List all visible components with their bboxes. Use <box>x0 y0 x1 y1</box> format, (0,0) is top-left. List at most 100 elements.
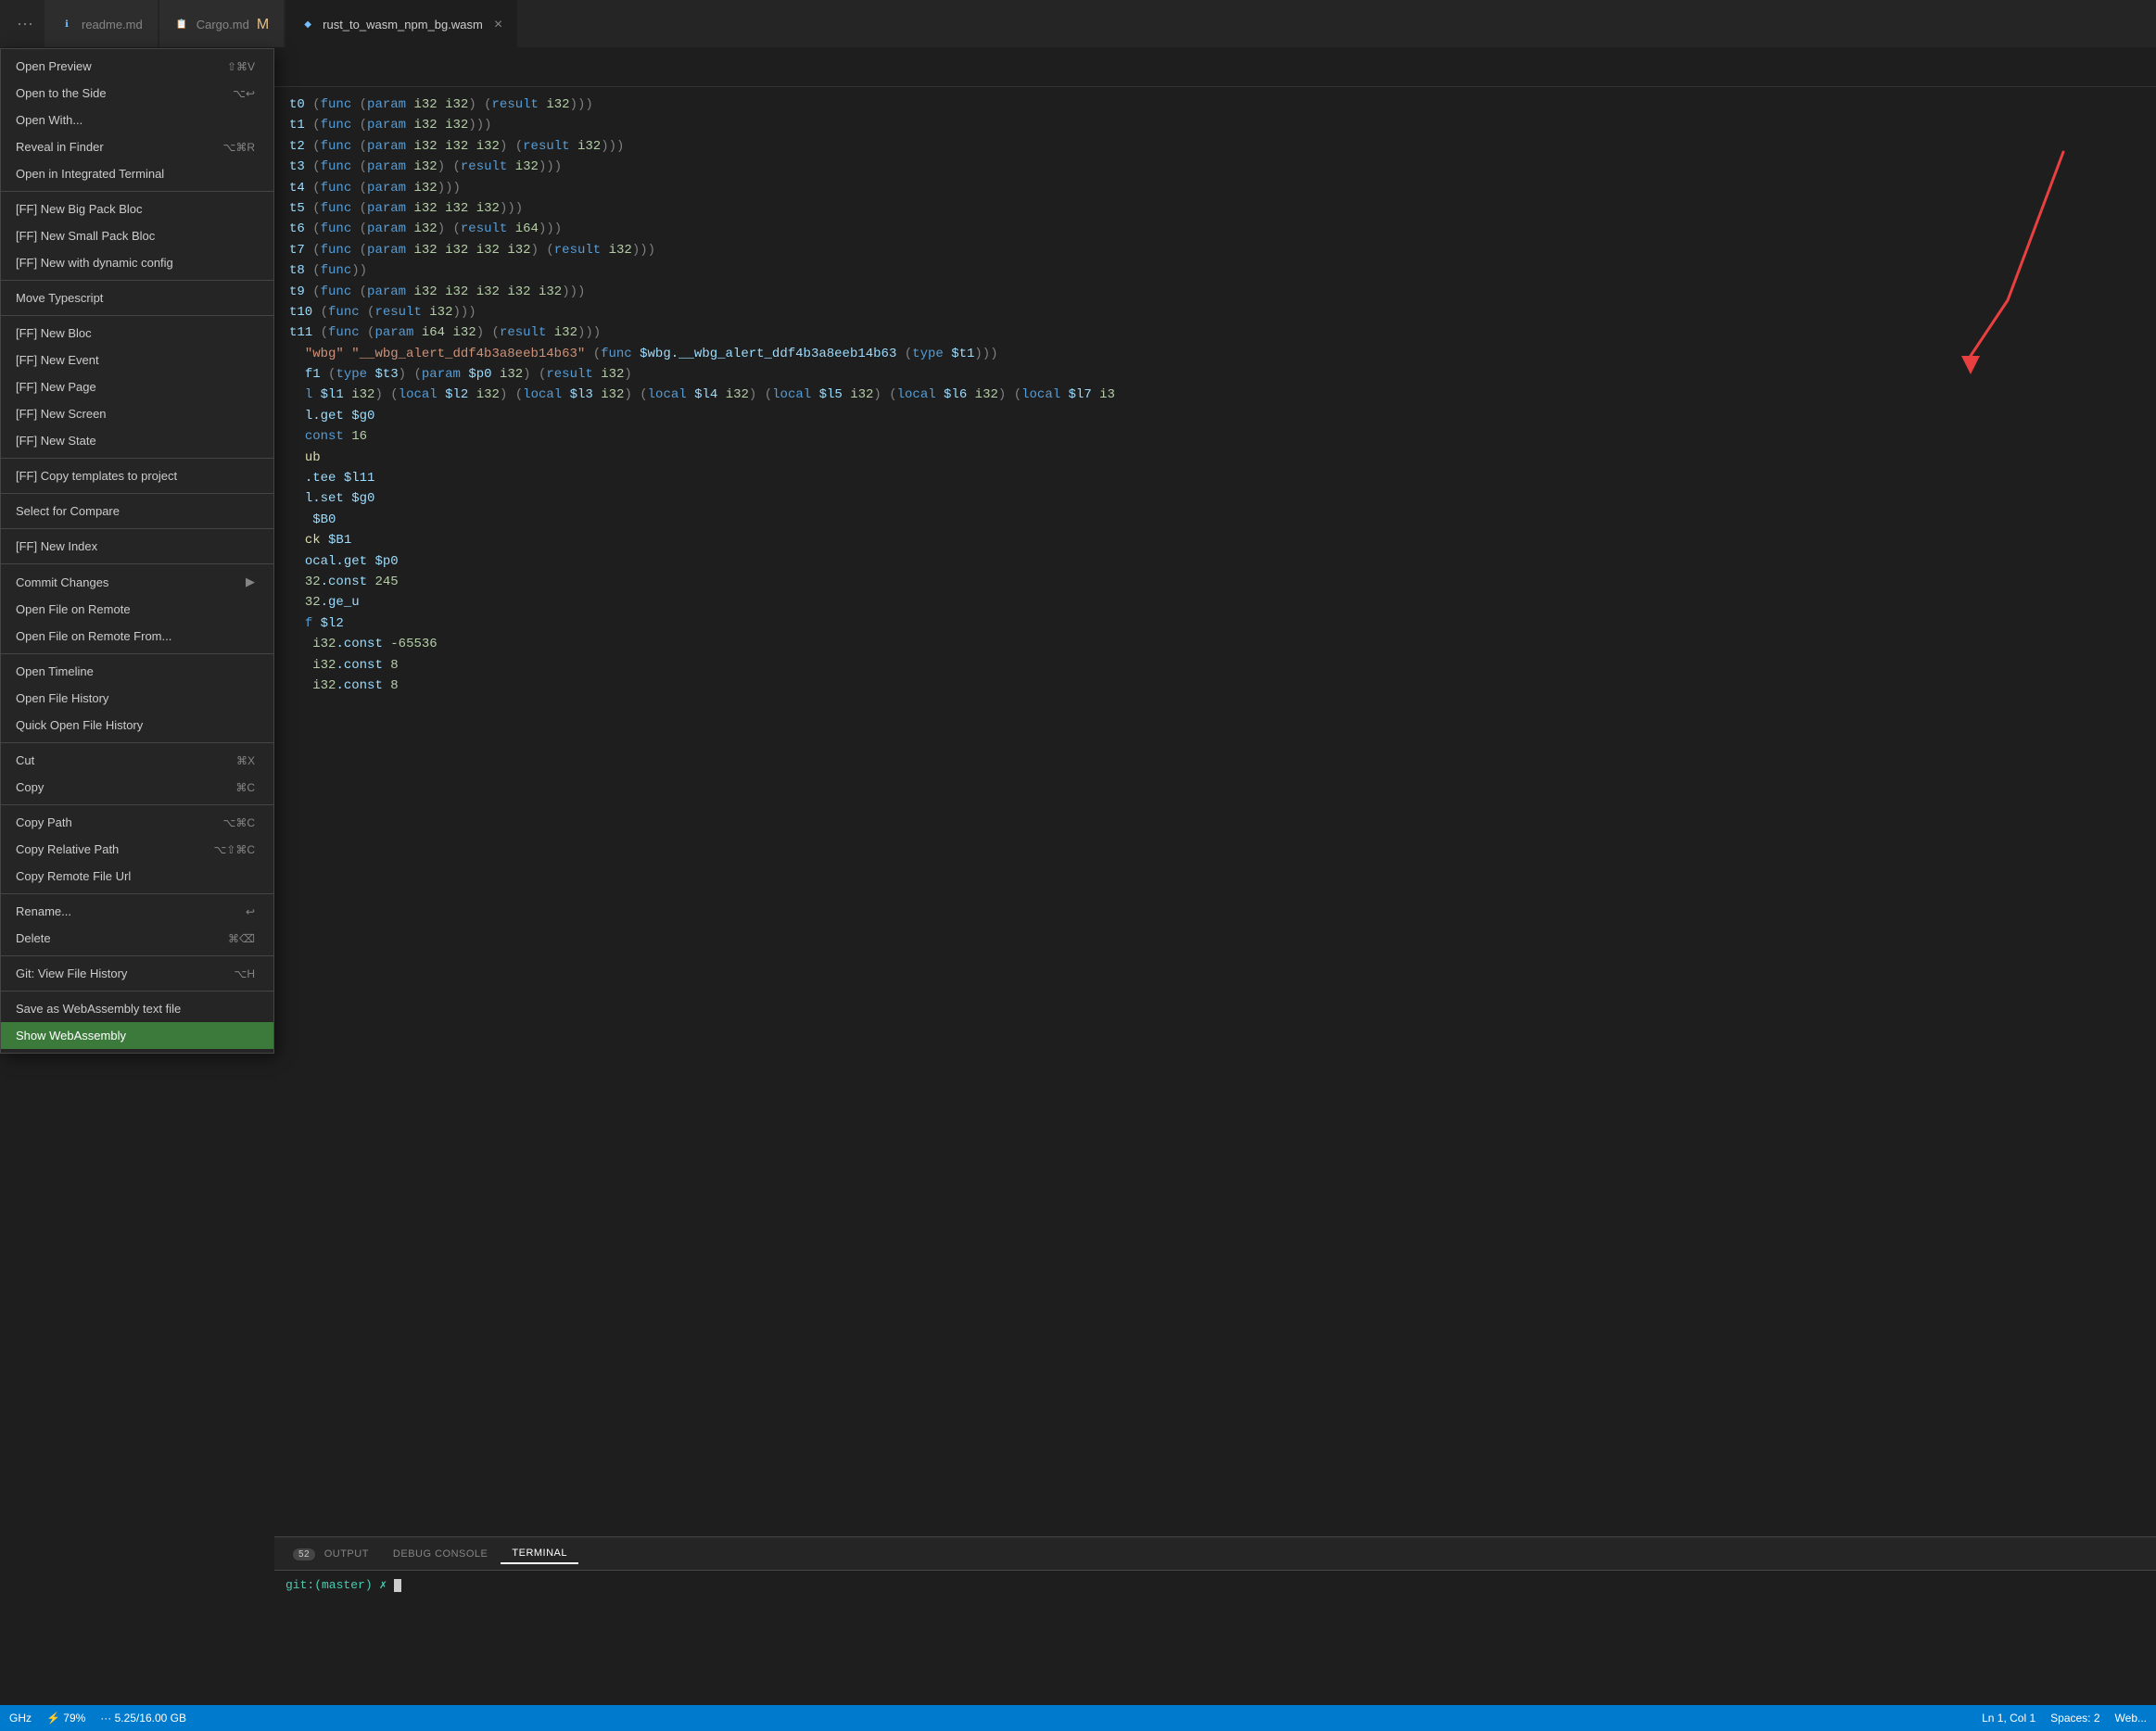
menu-git-view-history-label: Git: View File History <box>16 967 127 980</box>
menu-delete-shortcut: ⌘⌫ <box>228 932 255 945</box>
cargo-modified-indicator: M <box>257 17 269 33</box>
tab-readme[interactable]: ℹ readme.md <box>44 0 158 47</box>
menu-copy-path-label: Copy Path <box>16 815 72 829</box>
menu-copy-path-shortcut: ⌥⌘C <box>223 816 256 829</box>
menu-open-preview[interactable]: Open Preview ⇧⌘V <box>1 53 273 80</box>
code-line-11: t10 (func (result i32))) <box>289 302 2156 322</box>
menu-reveal-finder[interactable]: Reveal in Finder ⌥⌘R <box>1 133 273 160</box>
menu-open-file-history-label: Open File History <box>16 691 108 705</box>
tab-output[interactable]: 52 OUTPUT <box>282 1545 380 1563</box>
tab-debug-label: DEBUG CONSOLE <box>393 1548 488 1560</box>
menu-copy[interactable]: Copy ⌘C <box>1 774 273 801</box>
menu-reveal-finder-shortcut: ⌥⌘R <box>223 141 256 154</box>
menu-git-view-history[interactable]: Git: View File History ⌥H <box>1 960 273 987</box>
menu-copy-remote-url-label: Copy Remote File Url <box>16 869 131 883</box>
menu-ff-small-pack[interactable]: [FF] New Small Pack Bloc <box>1 222 273 249</box>
menu-commit-changes-label: Commit Changes <box>16 575 108 589</box>
menu-copy-path[interactable]: Copy Path ⌥⌘C <box>1 809 273 836</box>
terminal-content: git:(master) ✗ <box>274 1571 2156 1599</box>
menu-ff-copy-templates[interactable]: [FF] Copy templates to project <box>1 462 273 489</box>
menu-cut[interactable]: Cut ⌘X <box>1 747 273 774</box>
menu-save-wasm-text-label: Save as WebAssembly text file <box>16 1002 181 1016</box>
terminal-prompt: git:(master) ✗ <box>285 1578 394 1592</box>
menu-move-ts-label: Move Typescript <box>16 291 103 305</box>
code-line-18: ub <box>289 448 2156 468</box>
terminal-tab-bar: 52 OUTPUT DEBUG CONSOLE TERMINAL <box>274 1537 2156 1571</box>
menu-rename[interactable]: Rename... ↩ <box>1 898 273 925</box>
tab-cargo[interactable]: 📋 Cargo.md M <box>159 0 284 47</box>
code-line-20: l.set $g0 <box>289 488 2156 509</box>
code-line-16: l.get $g0 <box>289 406 2156 426</box>
menu-select-compare[interactable]: Select for Compare <box>1 498 273 524</box>
code-line-8: t7 (func (param i32 i32 i32 i32) (result… <box>289 240 2156 260</box>
menu-ff-event-label: [FF] New Event <box>16 353 99 367</box>
tab-debug-console[interactable]: DEBUG CONSOLE <box>382 1545 499 1563</box>
separator-5 <box>1 493 273 494</box>
tab-more-button[interactable]: ··· <box>7 8 43 39</box>
menu-ff-page[interactable]: [FF] New Page <box>1 373 273 400</box>
menu-open-with[interactable]: Open With... <box>1 107 273 133</box>
menu-open-side[interactable]: Open to the Side ⌥↩ <box>1 80 273 107</box>
separator-8 <box>1 653 273 654</box>
menu-select-compare-label: Select for Compare <box>16 504 120 518</box>
separator-11 <box>1 893 273 894</box>
menu-ff-big-pack-label: [FF] New Big Pack Bloc <box>16 202 143 216</box>
menu-commit-changes[interactable]: Commit Changes ▶ <box>1 568 273 596</box>
status-battery: ⚡ 79% <box>46 1712 85 1725</box>
code-line-15: l $l1 i32) (local $l2 i32) (local $l3 i3… <box>289 385 2156 405</box>
menu-open-terminal-label: Open in Integrated Terminal <box>16 167 164 181</box>
separator-13 <box>1 991 273 992</box>
code-line-24: 32.const 245 <box>289 572 2156 592</box>
wasm-icon: ◆ <box>300 18 315 32</box>
code-line-29: i32.const 8 <box>289 676 2156 696</box>
menu-ff-new-index-label: [FF] New Index <box>16 539 97 553</box>
menu-delete-label: Delete <box>16 931 51 945</box>
menu-delete[interactable]: Delete ⌘⌫ <box>1 925 273 952</box>
tab-readme-label: readme.md <box>82 18 143 32</box>
menu-copy-remote-url[interactable]: Copy Remote File Url <box>1 863 273 890</box>
code-line-6: t5 (func (param i32 i32 i32))) <box>289 198 2156 219</box>
menu-open-timeline-label: Open Timeline <box>16 664 94 678</box>
menu-ff-page-label: [FF] New Page <box>16 380 96 394</box>
menu-ff-big-pack[interactable]: [FF] New Big Pack Bloc <box>1 196 273 222</box>
menu-open-side-shortcut: ⌥↩ <box>233 87 255 100</box>
menu-ff-screen-label: [FF] New Screen <box>16 407 107 421</box>
menu-ff-new-index[interactable]: [FF] New Index <box>1 533 273 560</box>
menu-rename-label: Rename... <box>16 904 71 918</box>
menu-ff-copy-templates-label: [FF] Copy templates to project <box>16 469 177 483</box>
menu-cut-label: Cut <box>16 753 34 767</box>
terminal-cursor <box>394 1579 401 1592</box>
code-line-26: f $l2 <box>289 613 2156 634</box>
menu-move-ts[interactable]: Move Typescript <box>1 284 273 311</box>
menu-show-webassembly[interactable]: Show WebAssembly <box>1 1022 273 1049</box>
code-line-5: t4 (func (param i32))) <box>289 178 2156 198</box>
tab-output-label: OUTPUT <box>324 1548 369 1560</box>
menu-open-terminal[interactable]: Open in Integrated Terminal <box>1 160 273 187</box>
menu-open-remote[interactable]: Open File on Remote <box>1 596 273 623</box>
menu-ff-event[interactable]: [FF] New Event <box>1 347 273 373</box>
code-line-19: .tee $l11 <box>289 468 2156 488</box>
separator-6 <box>1 528 273 529</box>
menu-ff-bloc[interactable]: [FF] New Bloc <box>1 320 273 347</box>
tab-wasm-close[interactable]: × <box>494 17 502 33</box>
menu-ff-dynamic[interactable]: [FF] New with dynamic config <box>1 249 273 276</box>
code-line-12: t11 (func (param i64 i32) (result i32))) <box>289 322 2156 343</box>
tab-wasm[interactable]: ◆ rust_to_wasm_npm_bg.wasm × <box>285 0 517 47</box>
menu-save-wasm-text[interactable]: Save as WebAssembly text file <box>1 995 273 1022</box>
menu-ff-state[interactable]: [FF] New State <box>1 427 273 454</box>
code-line-3: t2 (func (param i32 i32 i32) (result i32… <box>289 136 2156 157</box>
menu-copy-relative-path[interactable]: Copy Relative Path ⌥⇧⌘C <box>1 836 273 863</box>
code-line-9: t8 (func)) <box>289 260 2156 281</box>
menu-ff-state-label: [FF] New State <box>16 434 96 448</box>
status-memory: ··· 5.25/16.00 GB <box>100 1712 186 1725</box>
menu-quick-open-history[interactable]: Quick Open File History <box>1 712 273 739</box>
code-line-10: t9 (func (param i32 i32 i32 i32 i32))) <box>289 282 2156 302</box>
menu-open-file-history[interactable]: Open File History <box>1 685 273 712</box>
code-line-1: t0 (func (param i32 i32) (result i32))) <box>289 95 2156 115</box>
status-spaces: Spaces: 2 <box>2050 1712 2099 1725</box>
tab-terminal[interactable]: TERMINAL <box>501 1544 578 1564</box>
menu-open-timeline[interactable]: Open Timeline <box>1 658 273 685</box>
code-line-27: i32.const -65536 <box>289 634 2156 654</box>
menu-open-remote-from[interactable]: Open File on Remote From... <box>1 623 273 650</box>
menu-ff-screen[interactable]: [FF] New Screen <box>1 400 273 427</box>
